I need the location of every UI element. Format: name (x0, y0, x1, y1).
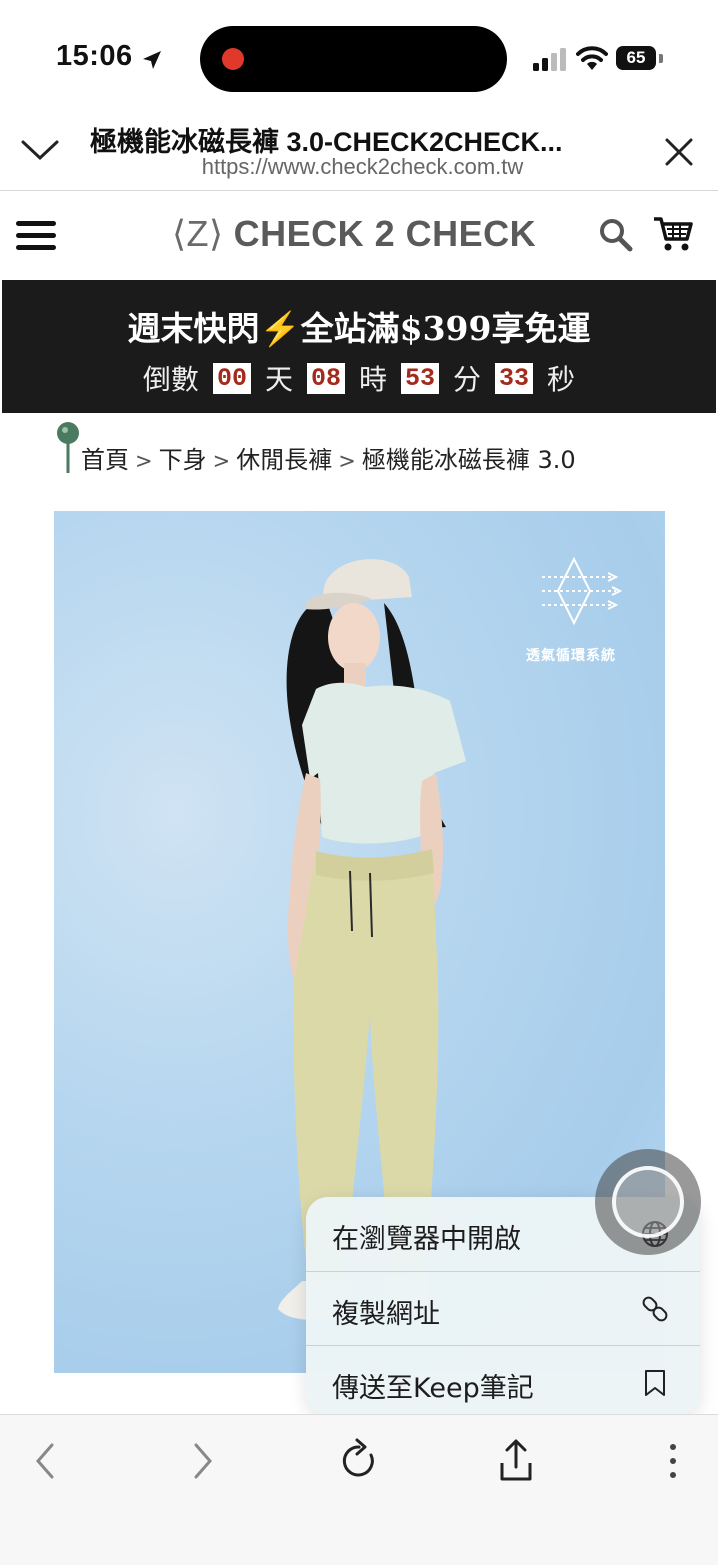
breadcrumb: 首頁 > 下身 > 休閒長褲 > 極機能冰磁長褲 3.0 (54, 420, 694, 480)
location-arrow-icon (143, 51, 161, 69)
breadcrumb-trail: 首頁 > 下身 > 休閒長褲 > 極機能冰磁長褲 3.0 (81, 440, 576, 475)
countdown-timer: 倒數 00 天 08 時 53 分 33 秒 (2, 358, 716, 398)
battery-icon: 65 (616, 46, 656, 70)
airflow-icon (542, 556, 622, 626)
dynamic-island (200, 26, 507, 92)
menu-item-label: 傳送至Keep筆記 (332, 1373, 534, 1404)
breadcrumb-home[interactable]: 首頁 (81, 446, 129, 474)
breadcrumb-casual-pants[interactable]: 休閒長褲 (236, 446, 332, 474)
close-icon[interactable] (664, 137, 694, 167)
menu-item-send-to-keep[interactable]: 傳送至Keep筆記 (306, 1345, 700, 1415)
breadcrumb-current: 極機能冰磁長褲 3.0 (361, 446, 576, 474)
countdown-prefix: 倒數 (142, 363, 199, 396)
breadcrumb-separator: > (135, 449, 153, 473)
countdown-hours: 08 (306, 362, 345, 394)
cart-icon[interactable] (652, 215, 694, 253)
page-url: https://www.check2check.com.tw (201, 154, 524, 179)
in-app-browser-header: 極機能冰磁長褲 3.0-CHECK2CHECK... https://www.c… (0, 110, 718, 191)
promo-banner[interactable]: 週末快閃⚡全站滿$399享免運 倒數 00 天 08 時 53 分 33 秒 (2, 280, 716, 413)
countdown-days: 00 (212, 362, 251, 394)
days-unit: 天 (264, 363, 293, 396)
cellular-signal-icon (533, 48, 566, 71)
more-options-icon[interactable] (643, 1433, 703, 1489)
brand-logo[interactable]: ⟨Z⟩ CHECK 2 CHECK (172, 213, 536, 255)
chevron-down-icon[interactable] (20, 138, 60, 162)
wifi-icon (576, 46, 608, 70)
back-icon[interactable] (16, 1433, 76, 1489)
status-time: 15:06 (56, 40, 133, 72)
search-icon[interactable] (598, 217, 634, 253)
seconds-unit: 秒 (547, 363, 576, 396)
pin-icon (57, 422, 79, 473)
battery-tip (659, 54, 663, 63)
assistive-touch-button[interactable] (595, 1149, 701, 1255)
promo-title: 週末快閃⚡全站滿$399享免運 (127, 309, 591, 348)
link-icon (642, 1296, 668, 1322)
browser-bottom-toolbar (0, 1414, 718, 1565)
countdown-minutes: 53 (401, 362, 440, 394)
brand-name: CHECK 2 CHECK (233, 213, 537, 254)
site-header: ⟨Z⟩ CHECK 2 CHECK (0, 191, 718, 280)
reload-icon[interactable] (329, 1433, 389, 1489)
breadcrumb-separator: > (212, 449, 231, 473)
hours-unit: 時 (358, 363, 387, 396)
menu-item-label: 複製網址 (332, 1299, 440, 1330)
assistive-touch-ring (612, 1166, 684, 1238)
status-bar: 15:06 65 (0, 0, 718, 110)
bookmark-icon (645, 1370, 665, 1396)
share-icon[interactable] (486, 1433, 546, 1489)
menu-item-copy-url[interactable]: 複製網址 (306, 1271, 700, 1346)
minutes-unit: 分 (453, 363, 482, 396)
countdown-seconds: 33 (495, 362, 534, 394)
recording-indicator-icon (222, 48, 244, 70)
menu-item-label: 在瀏覽器中開啟 (332, 1224, 521, 1255)
hamburger-menu-icon[interactable] (16, 221, 56, 251)
breadcrumb-bottoms[interactable]: 下身 (159, 446, 207, 474)
feature-label: 透氣循環系統 (526, 648, 616, 664)
brand-mark: ⟨Z⟩ (172, 213, 224, 254)
forward-icon[interactable] (172, 1433, 232, 1489)
breadcrumb-separator: > (338, 449, 356, 473)
